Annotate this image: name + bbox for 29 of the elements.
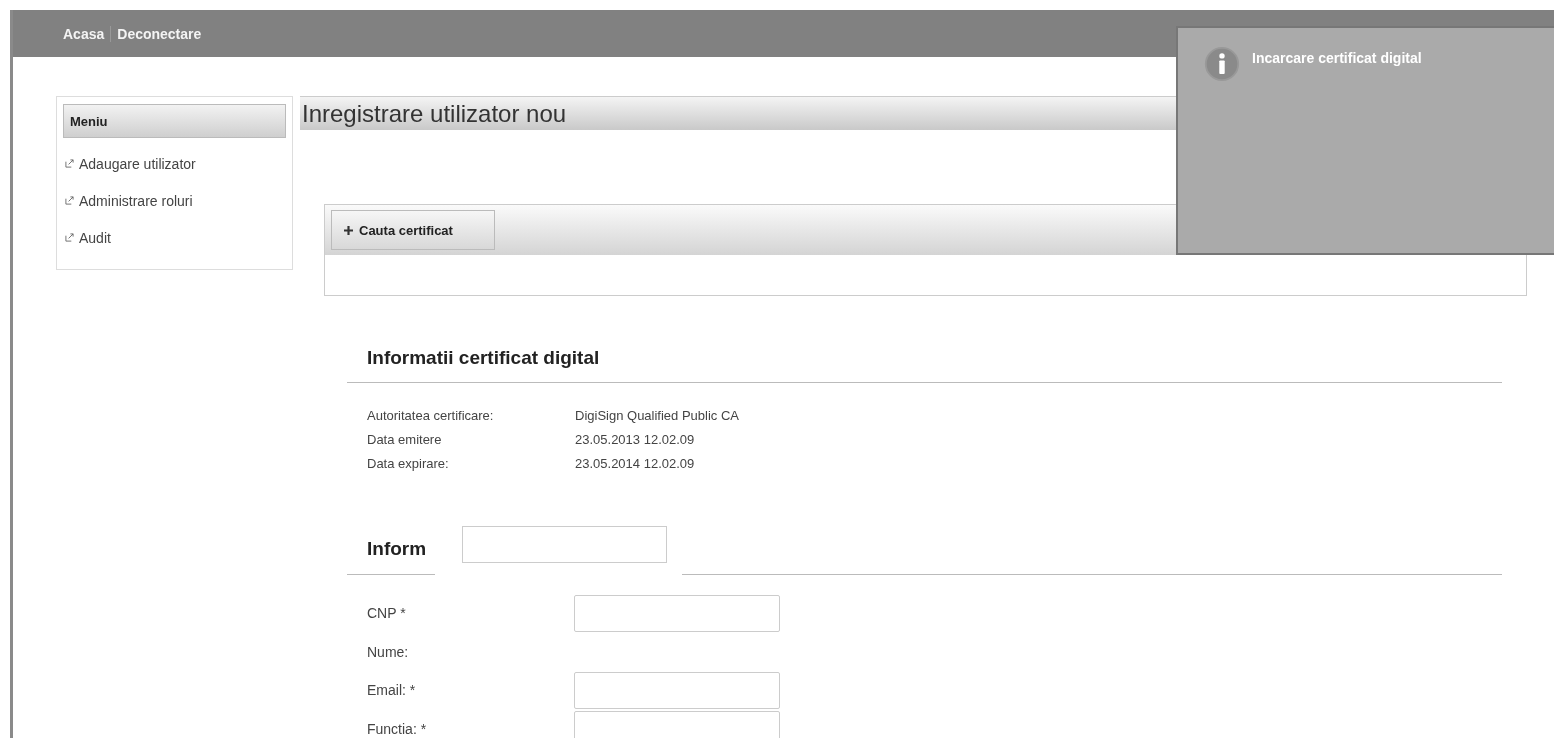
field-label: Data expirare: (367, 455, 450, 471)
menu-link[interactable]: Audit (79, 229, 111, 246)
field-label: Email: * (367, 682, 417, 698)
input-field[interactable] (574, 671, 780, 709)
search-certificate-button[interactable]: Cauta certificat (331, 210, 495, 250)
field-label: Functia: * (367, 721, 428, 737)
page-title: Inregistrare utilizator nou (301, 99, 567, 128)
menu-link[interactable]: Adaugare utilizator (79, 155, 196, 172)
input-field[interactable] (574, 710, 780, 738)
external-link-icon (65, 233, 74, 242)
field-label: CNP * (367, 605, 407, 621)
field-label: Autoritatea certificare: (367, 407, 495, 423)
notification-title: Incarcare certificat digital (1252, 49, 1422, 66)
nav-link[interactable]: Acasa (63, 25, 105, 42)
external-link-icon (65, 159, 74, 168)
field-value: 23.05.2013 12.02.09 (575, 431, 695, 447)
section-title: Inform (366, 538, 427, 560)
field-value: DigiSign Qualified Public CA (575, 407, 740, 423)
info-icon (1204, 46, 1240, 82)
input-field[interactable] (574, 594, 780, 632)
external-link-icon (65, 196, 74, 205)
field-value: 23.05.2014 12.02.09 (575, 455, 695, 471)
field-label: Data emitere (367, 431, 443, 447)
plus-icon (344, 225, 353, 235)
nav-link[interactable]: Deconectare (117, 25, 202, 42)
section-title: Informatii certificat digital (366, 347, 601, 369)
field-label: Nume: (367, 643, 410, 660)
menu-header: Meniu (63, 104, 286, 138)
menu-link[interactable]: Administrare roluri (79, 192, 193, 209)
